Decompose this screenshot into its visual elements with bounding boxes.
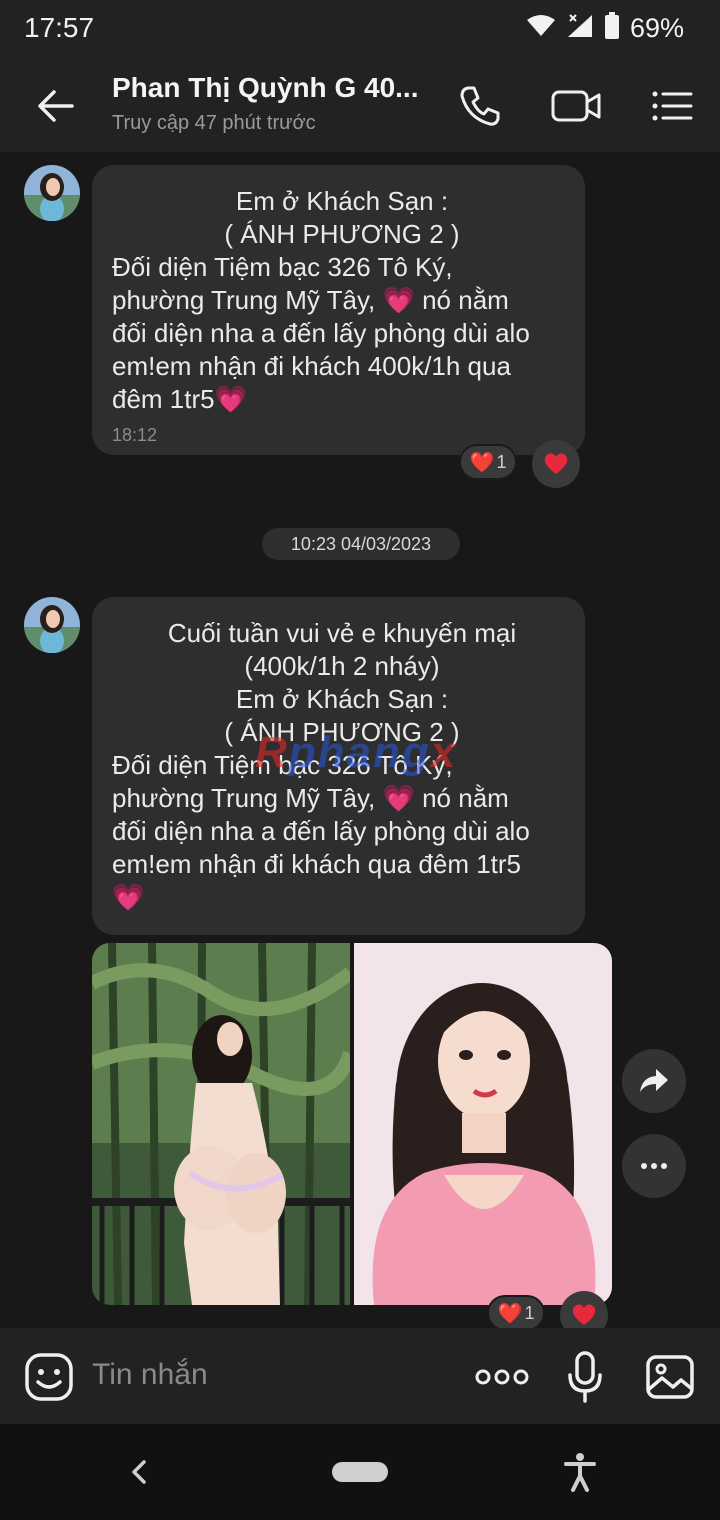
status-time: 17:57 [24,12,95,43]
avatar[interactable] [24,597,80,653]
forward-button[interactable] [622,1049,686,1113]
heart-icon [572,1304,596,1325]
message-input[interactable]: Tin nhắn [92,1358,208,1392]
nav-back-icon[interactable] [128,1458,150,1491]
accessibility-icon[interactable] [563,1452,597,1497]
react-heart-button[interactable] [532,440,580,488]
message-line: ( ÁNH PHƯƠNG 2 ) [224,219,460,249]
back-arrow-icon[interactable] [34,84,78,128]
message-line: em!em nhận đi khách qua đêm 1tr5 [112,849,522,879]
sticker-icon[interactable] [22,1350,76,1404]
wifi-icon [526,14,556,43]
microphone-icon[interactable] [558,1350,612,1404]
watermark-logo: Rphangx [255,728,458,777]
menu-list-icon[interactable] [646,82,698,130]
video-call-icon[interactable] [550,82,602,130]
heart-icon: ❤️ [497,1302,523,1325]
photo-attachment[interactable] [354,943,612,1305]
message-text: Em ở Khách Sạn : ( ÁNH PHƯƠNG 2 ) Đối di… [112,185,572,416]
heart-icon [544,453,568,474]
home-pill-icon[interactable] [332,1462,388,1482]
message-time: 18:12 [112,425,158,445]
battery-icon [604,12,620,45]
reaction-summary[interactable]: ❤️ 1 [459,444,517,480]
message-line: Em ở Khách Sạn : [235,186,449,216]
image-gallery-icon[interactable] [643,1350,697,1404]
photo-attachment[interactable] [92,943,350,1305]
message-line: phường Trung Mỹ Tây, 💗 nó nằm [112,285,509,315]
message-line: Cuối tuần vui vẻ e khuyến mại [167,618,517,648]
message-line: phường Trung Mỹ Tây, 💗 nó nằm [112,783,509,813]
last-seen-status: Truy cập 47 phút trước [112,112,316,134]
system-nav-bar [0,1424,720,1520]
message-line: đêm 1tr5💗 [112,384,247,414]
message-input-bar: Tin nhắn [0,1328,720,1424]
phone-icon[interactable] [454,82,506,130]
message-line: 💗 [112,882,145,912]
avatar[interactable] [24,165,80,221]
signal-icon [566,13,594,44]
message-line: em!em nhận đi khách 400k/1h qua [112,351,511,381]
status-bar: 17:57 69% [0,0,720,58]
message-line: Đối diện Tiệm bạc 326 Tô Ký, [112,252,453,282]
contact-name[interactable]: Phan Thị Quỳnh G 40... [112,72,418,104]
battery-percent: 69% [629,13,684,43]
message-line: Em ở Khách Sạn : [235,684,449,714]
reaction-count: 1 [524,1302,535,1323]
more-actions-button[interactable] [622,1134,686,1198]
more-options-icon[interactable] [474,1350,530,1404]
reaction-count: 1 [496,451,507,472]
message-line: đối diện nha a đến lấy phòng dùi alo [112,318,530,348]
message-bubble[interactable]: Em ở Khách Sạn : ( ÁNH PHƯƠNG 2 ) Đối di… [92,165,585,455]
reaction-summary[interactable]: ❤️ 1 [487,1295,545,1328]
forward-icon [640,1069,668,1092]
date-separator: 10:23 04/03/2023 [262,528,460,560]
message-line: (400k/1h 2 nháy) [244,651,440,681]
message-line: đối diện nha a đến lấy phòng dùi alo [112,816,530,846]
chat-area[interactable]: Em ở Khách Sạn : ( ÁNH PHƯƠNG 2 ) Đối di… [0,152,720,1328]
more-horizontal-icon [641,1163,667,1169]
chat-header: Phan Thị Quỳnh G 40... Truy cập 47 phút … [0,58,720,152]
heart-icon: ❤️ [469,451,495,474]
